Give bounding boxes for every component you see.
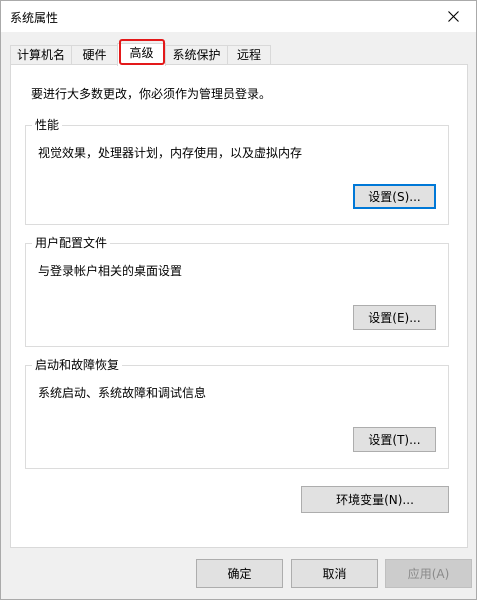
tab-advanced[interactable]: 高级 (117, 43, 166, 66)
performance-group-title: 性能 (32, 117, 63, 133)
title-bar: 系统属性 (1, 1, 476, 32)
window-title: 系统属性 (10, 11, 59, 25)
environment-variables-button[interactable]: 环境变量(N)... (301, 486, 449, 513)
cancel-button[interactable]: 取消 (291, 559, 378, 588)
user-profiles-group: 用户配置文件 与登录帐户相关的桌面设置 设置(E)... (25, 235, 449, 347)
close-icon (447, 11, 459, 22)
tab-system-protection[interactable]: 系统保护 (165, 45, 228, 65)
performance-description: 视觉效果，处理器计划，内存使用，以及虚拟内存 (38, 146, 303, 160)
performance-settings-button[interactable]: 设置(S)... (353, 184, 436, 209)
close-button[interactable] (430, 1, 476, 32)
startup-recovery-settings-button[interactable]: 设置(T)... (353, 427, 436, 452)
tab-remote[interactable]: 远程 (227, 45, 271, 65)
performance-group: 性能 视觉效果，处理器计划，内存使用，以及虚拟内存 设置(S)... (25, 117, 449, 225)
tab-computer-name[interactable]: 计算机名 (10, 45, 72, 65)
user-profiles-description: 与登录帐户相关的桌面设置 (38, 264, 183, 278)
apply-button[interactable]: 应用(A) (385, 559, 472, 588)
admin-note: 要进行大多数更改，你必须作为管理员登录。 (31, 87, 272, 101)
startup-recovery-description: 系统启动、系统故障和调试信息 (38, 386, 207, 400)
advanced-tab-panel: 要进行大多数更改，你必须作为管理员登录。 性能 视觉效果，处理器计划，内存使用，… (10, 64, 468, 548)
tab-hardware[interactable]: 硬件 (71, 45, 118, 65)
system-properties-window: 系统属性 计算机名 硬件 高级 系统保护 远程 要进行大多数更改，你必须作为管理… (0, 0, 477, 600)
ok-button[interactable]: 确定 (196, 559, 283, 588)
user-profiles-group-title: 用户配置文件 (32, 235, 111, 251)
startup-recovery-group-title: 启动和故障恢复 (32, 357, 123, 373)
user-profiles-settings-button[interactable]: 设置(E)... (353, 305, 436, 330)
startup-recovery-group: 启动和故障恢复 系统启动、系统故障和调试信息 设置(T)... (25, 357, 449, 469)
